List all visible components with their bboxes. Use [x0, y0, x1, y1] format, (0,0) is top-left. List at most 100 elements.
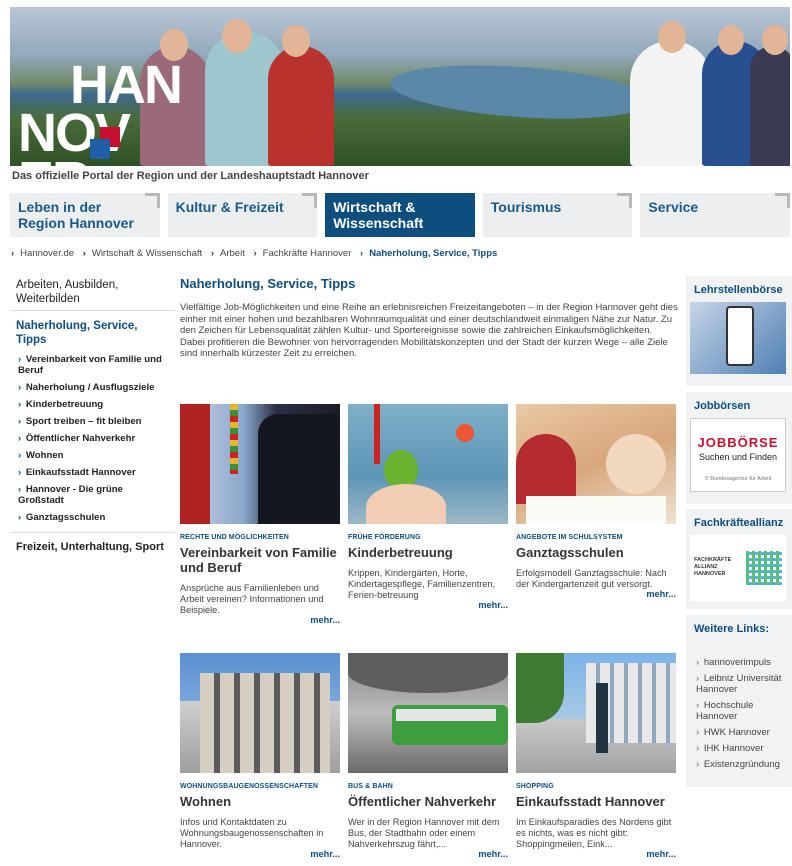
teaser-title[interactable]: Einkaufsstadt Hannover: [516, 794, 676, 809]
teaser-image[interactable]: [348, 404, 508, 524]
link-label: Hochschule Hannover: [696, 700, 754, 722]
teaser-card[interactable]: WOHNUNGSBAUGENOSSENSCHAFTEN Wohnen Infos…: [180, 653, 340, 859]
teaser-title[interactable]: Vereinbarkeit von Familie und Beruf: [180, 545, 340, 575]
teaser-description: Ansprüche aus Familienleben und Arbeit v…: [180, 583, 324, 615]
more-link[interactable]: mehr...: [180, 615, 340, 625]
breadcrumb-link[interactable]: Hannover.de: [20, 248, 74, 259]
teaser-image[interactable]: [180, 653, 340, 773]
teaser-category: WOHNUNGSBAUGENOSSENSCHAFTEN: [180, 783, 319, 790]
external-link[interactable]: › Hochschule Hannover: [690, 698, 788, 725]
jobboerse-logo-text: JOBBÖRSE: [697, 435, 779, 450]
teaser-description: Krippen, Kindergärten, Horte, Kindertage…: [348, 568, 496, 600]
link-label: hannoverimpuls: [703, 657, 771, 668]
teaser-title[interactable]: Ganztagsschulen: [516, 545, 676, 560]
leftnav-item[interactable]: › Wohnen: [10, 447, 175, 464]
leftnav-item-label: Ganztagsschulen: [25, 512, 106, 523]
box-heading[interactable]: Lehrstellenbörse: [690, 276, 788, 302]
chevron-right-icon: ›: [696, 700, 702, 711]
chevron-right-icon: ›: [210, 248, 215, 259]
jobboerse-logo[interactable]: JOBBÖRSE Suchen und Finden © Bundesagent…: [690, 418, 786, 492]
more-link[interactable]: mehr...: [516, 589, 676, 599]
teaser-category: BUS & BAHN: [348, 783, 393, 790]
teaser-card[interactable]: BUS & BAHN Öffentlicher Nahverkehr Wer i…: [348, 653, 508, 859]
chevron-right-icon: ›: [18, 512, 24, 523]
external-link[interactable]: › HWK Hannover: [690, 725, 788, 741]
breadcrumb-link[interactable]: Arbeit: [220, 248, 245, 259]
main-content: Naherholung, Service, Tipps Vielfältige …: [180, 276, 678, 360]
banner-person: [282, 25, 310, 57]
more-link[interactable]: mehr...: [516, 849, 676, 859]
external-link[interactable]: › hannoverimpuls: [690, 655, 788, 671]
banner-person: [750, 46, 790, 166]
leftnav-item[interactable]: › Sport treiben – fit bleiben: [10, 413, 175, 430]
weitere-links-box: Weitere Links: › hannoverimpuls › Leibni…: [686, 615, 792, 787]
leftnav-item-label: Sport treiben – fit bleiben: [25, 416, 142, 427]
teaser-card[interactable]: SHOPPING Einkaufsstadt Hannover Im Einka…: [516, 653, 676, 859]
fachkraefte-logo[interactable]: FACHKRÄFTE ALLIANZ HANNOVER: [690, 535, 786, 601]
box-heading[interactable]: Fachkräfteallianz: [690, 509, 788, 535]
header-banner: HAN NOV ER: [10, 7, 790, 166]
more-link[interactable]: mehr...: [348, 849, 508, 859]
chevron-right-icon: ›: [696, 743, 702, 754]
teaser-category: ANGEBOTE IM SCHULSYSTEM: [516, 534, 623, 541]
teaser-image[interactable]: [348, 653, 508, 773]
external-link[interactable]: › Existenzgründung: [690, 757, 788, 773]
leftnav-item[interactable]: › Kinderbetreuung: [10, 396, 175, 413]
teaser-title[interactable]: Öffentlicher Nahverkehr: [348, 794, 508, 809]
leftnav-item[interactable]: › Einkaufsstadt Hannover: [10, 464, 175, 481]
jobboersen-box: Jobbörsen JOBBÖRSE Suchen und Finden © B…: [686, 392, 792, 504]
leftnav-item-label: Kinderbetreuung: [25, 399, 104, 410]
breadcrumb-link[interactable]: Wirtschaft & Wissenschaft: [92, 248, 202, 259]
chevron-right-icon: ›: [18, 450, 24, 461]
teaser-image[interactable]: [180, 404, 340, 524]
lehrstellen-box: Lehrstellenbörse: [686, 276, 792, 386]
chevron-right-icon: ›: [18, 484, 24, 495]
leftnav-item[interactable]: › Öffentlicher Nahverkehr: [10, 430, 175, 447]
banner-person: [630, 41, 712, 166]
nav-tab-tourismus[interactable]: Tourismus: [482, 193, 633, 237]
box-heading[interactable]: Jobbörsen: [690, 392, 788, 418]
teaser-title[interactable]: Kinderbetreuung: [348, 545, 508, 560]
chevron-right-icon: ›: [696, 759, 702, 770]
more-link[interactable]: mehr...: [348, 600, 508, 610]
fachkraefte-logo-text: FACHKRÄFTE ALLIANZ HANNOVER: [694, 557, 732, 577]
teaser-card[interactable]: FRÜHE FÖRDERUNG Kinderbetreuung Krippen,…: [348, 404, 508, 610]
leftnav-current-section[interactable]: Naherholung, Service, Tipps: [10, 311, 175, 351]
teaser-description: Wer in der Region Hannover mit dem Bus, …: [348, 817, 500, 849]
logo-mark-icon: [90, 127, 120, 159]
leftnav-item[interactable]: › Vereinbarkeit von Familie und Beruf: [10, 351, 175, 379]
lehrstellen-teaser-image[interactable]: [690, 302, 786, 374]
nav-tab-kultur[interactable]: Kultur & Freizeit: [167, 193, 318, 237]
chevron-right-icon: ›: [18, 382, 24, 393]
external-link[interactable]: › Leibniz Universität Hannover: [690, 671, 788, 698]
breadcrumb-link[interactable]: Fachkräfte Hannover: [263, 248, 352, 259]
leftnav-item[interactable]: › Hannover - Die grüne Großstadt: [10, 481, 175, 509]
nav-tab-leben[interactable]: Leben in der Region Hannover: [10, 193, 160, 237]
leftnav-item[interactable]: › Naherholung / Ausflugsziele: [10, 379, 175, 396]
teaser-image[interactable]: [516, 653, 676, 773]
leftnav-parent-link[interactable]: Arbeiten, Ausbilden, Weiterbilden: [10, 274, 175, 311]
teaser-description: Infos und Kontaktdaten zu Wohnungsbaugen…: [180, 817, 324, 849]
banner-person: [268, 46, 334, 166]
leftnav-item-label: Öffentlicher Nahverkehr: [25, 433, 136, 444]
chevron-right-icon: ›: [360, 248, 364, 259]
leftnav-sibling-link[interactable]: Freizeit, Unterhaltung, Sport: [10, 532, 175, 561]
breadcrumb-current[interactable]: Naherholung, Service, Tipps: [369, 248, 497, 259]
more-link[interactable]: mehr...: [180, 849, 340, 859]
teaser-title[interactable]: Wohnen: [180, 794, 340, 809]
teaser-card[interactable]: ANGEBOTE IM SCHULSYSTEM Ganztagsschulen …: [516, 404, 676, 599]
leftnav-item[interactable]: › Ganztagsschulen: [10, 509, 175, 526]
teaser-category: RECHTE UND MÖGLICHKEITEN: [180, 534, 289, 541]
chevron-right-icon: ›: [253, 248, 257, 259]
teaser-image[interactable]: [516, 404, 676, 524]
chevron-right-icon: ›: [18, 354, 24, 365]
external-link[interactable]: › IHK Hannover: [690, 741, 788, 757]
banner-person: [762, 25, 788, 55]
banner-person: [658, 21, 686, 53]
intro-text: Vielfältige Job-Möglichkeiten und eine R…: [180, 302, 678, 359]
chevron-right-icon: ›: [18, 433, 24, 444]
nav-tab-service[interactable]: Service: [640, 193, 790, 237]
teaser-card[interactable]: RECHTE UND MÖGLICHKEITEN Vereinbarkeit v…: [180, 404, 340, 625]
nav-tab-wirtschaft[interactable]: Wirtschaft & Wissenschaft: [325, 193, 475, 237]
chevron-right-icon: ›: [18, 467, 24, 478]
